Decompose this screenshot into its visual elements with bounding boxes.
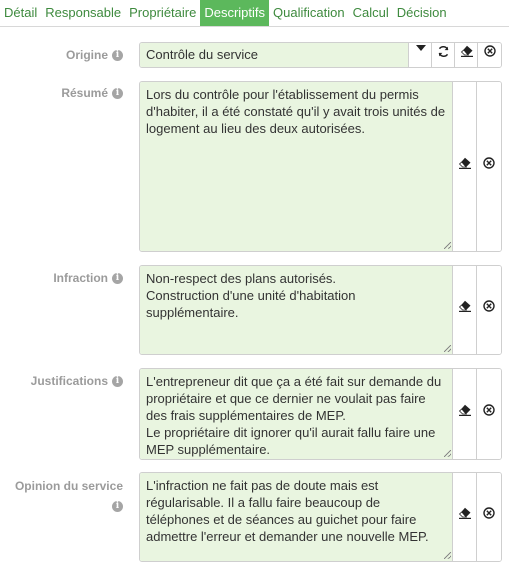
justifications-label-text: Justifications [30, 374, 108, 388]
infraction-textarea[interactable]: Non-respect des plans autorisés. Constru… [140, 266, 453, 354]
infraction-row: Infraction i Non-respect des plans autori… [0, 265, 509, 355]
justifications-label: Justifications i [31, 373, 123, 389]
refresh-icon [432, 45, 455, 65]
origine-label-text: Origine [65, 48, 108, 62]
opinion-textarea-group: L'infraction ne fait pas de doute mais e… [139, 472, 502, 562]
tab-proprietaire[interactable]: Propriétaire [125, 0, 200, 26]
eraser-button[interactable] [452, 82, 477, 251]
clear-button[interactable] [476, 82, 501, 251]
eraser-button[interactable] [452, 473, 477, 561]
opinion-label: Opinion du service i [5, 478, 123, 514]
infraction-label: Infraction i [53, 270, 123, 286]
clear-button[interactable] [476, 473, 501, 561]
clear-icon [477, 507, 501, 527]
refresh-button[interactable] [431, 43, 455, 67]
clear-button[interactable] [476, 266, 501, 354]
tab-calcul[interactable]: Calcul [349, 0, 393, 26]
origine-row: Origine i Contrôle du service [0, 42, 509, 68]
info-icon[interactable]: i [112, 376, 123, 388]
clear-icon [477, 404, 501, 424]
tab-detail[interactable]: Détail [0, 0, 41, 26]
origine-select[interactable]: Contrôle du service [139, 42, 502, 68]
info-icon[interactable]: i [112, 50, 123, 62]
tab-descriptifs[interactable]: Descriptifs [200, 0, 270, 26]
clear-icon [478, 45, 501, 65]
tab-decision[interactable]: Décision [393, 0, 451, 26]
eraser-button[interactable] [454, 43, 478, 67]
resume-row: Résumé i Lors du contrôle pour l'établiss… [0, 81, 509, 252]
eraser-icon [453, 404, 477, 424]
opinion-row: Opinion du service i L'infraction ne fai… [0, 472, 509, 562]
info-icon[interactable]: i [112, 273, 123, 285]
justifications-textarea[interactable]: L'entrepreneur dit que ça a été fait sur… [140, 369, 453, 459]
eraser-button[interactable] [452, 266, 477, 354]
justifications-textarea-group: L'entrepreneur dit que ça a été fait sur… [139, 368, 502, 460]
clear-button[interactable] [477, 43, 501, 67]
opinion-info-wrap: i [5, 498, 123, 514]
resize-handle-icon[interactable] [444, 345, 451, 352]
info-icon[interactable]: i [112, 501, 123, 513]
justifications-row: Justifications i L'entrepreneur dit que ç… [0, 368, 509, 460]
resize-handle-icon[interactable] [444, 450, 451, 457]
origine-label: Origine i [66, 47, 123, 63]
opinion-textarea[interactable]: L'infraction ne fait pas de doute mais e… [140, 473, 453, 561]
dropdown-button[interactable] [408, 43, 432, 67]
eraser-icon [453, 300, 477, 320]
clear-button[interactable] [476, 369, 501, 459]
eraser-button[interactable] [452, 369, 477, 459]
resume-label: Résumé i [61, 85, 123, 101]
origine-value[interactable]: Contrôle du service [140, 43, 409, 67]
infraction-textarea-group: Non-respect des plans autorisés. Constru… [139, 265, 502, 355]
tab-responsable[interactable]: Responsable [41, 0, 125, 26]
eraser-icon [455, 45, 478, 65]
clear-icon [477, 300, 501, 320]
opinion-label-text: Opinion du service [14, 479, 123, 493]
info-icon[interactable]: i [112, 88, 123, 100]
caret-down-icon [409, 45, 432, 65]
clear-icon [477, 156, 501, 177]
resume-label-text: Résumé [61, 86, 108, 100]
resize-handle-icon[interactable] [444, 242, 451, 249]
resume-textarea[interactable]: Lors du contrôle pour l'établissement du… [140, 82, 453, 251]
tab-bar: Détail Responsable Propriétaire Descript… [0, 0, 509, 27]
resize-handle-icon[interactable] [444, 552, 451, 559]
infraction-label-text: Infraction [53, 271, 108, 285]
resume-textarea-group: Lors du contrôle pour l'établissement du… [139, 81, 502, 252]
tab-qualification[interactable]: Qualification [269, 0, 349, 26]
eraser-icon [453, 157, 477, 177]
eraser-icon [453, 507, 477, 527]
